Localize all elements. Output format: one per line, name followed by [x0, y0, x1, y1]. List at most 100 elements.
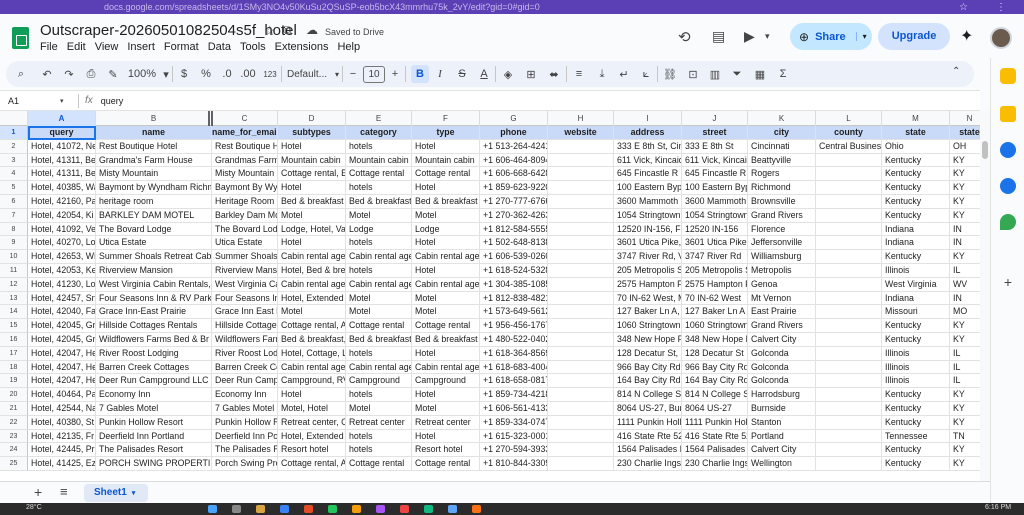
table-cell[interactable]: [816, 181, 882, 195]
table-cell[interactable]: 3747 River Rd, V: [614, 250, 682, 264]
table-cell[interactable]: Golconda: [748, 346, 816, 361]
table-cell[interactable]: 333 E 8th St, Cin: [614, 139, 682, 154]
table-cell[interactable]: hotels: [346, 346, 412, 361]
browser-menu-icon[interactable]: ⋮: [996, 2, 1006, 13]
table-cell[interactable]: Motel: [346, 402, 412, 416]
table-cell[interactable]: Hotel, 42053, Ke: [28, 264, 96, 278]
table-cell[interactable]: Hotel, 41072, Ne: [28, 139, 96, 154]
table-cell[interactable]: [548, 333, 614, 347]
table-cell[interactable]: Wildflowers Farms Bed & Br: [96, 333, 212, 347]
maps-icon[interactable]: [1000, 214, 1016, 230]
table-cell[interactable]: Hotel, 40385, Wa: [28, 181, 96, 195]
keep-icon[interactable]: [1000, 106, 1016, 122]
table-cell[interactable]: 70 IN-62 West, M: [614, 291, 682, 306]
table-cell[interactable]: The Palisades R: [212, 443, 278, 458]
column-header[interactable]: I: [614, 111, 682, 126]
taskbar-app-icon[interactable]: [256, 505, 265, 513]
gemini-sparkle-icon[interactable]: ✦: [960, 26, 973, 46]
table-cell[interactable]: Kentucky: [882, 250, 950, 264]
text-rotation-icon[interactable]: ⟀: [635, 68, 657, 81]
table-cell[interactable]: West Virginia Ca: [212, 277, 278, 292]
table-cell[interactable]: Cabin rental age: [278, 360, 346, 375]
table-cell[interactable]: Rest Boutique Hotel: [96, 139, 212, 154]
row-header[interactable]: 19: [0, 374, 28, 389]
table-cell[interactable]: Punkin Hollow Resort: [96, 415, 212, 430]
table-cell[interactable]: Hotel, 41230, Lo: [28, 277, 96, 292]
table-cell[interactable]: 814 N College S: [682, 388, 748, 402]
table-cell[interactable]: Motel: [278, 208, 346, 223]
table-cell[interactable]: 7 Gables Motel: [96, 402, 212, 416]
table-cell[interactable]: [816, 264, 882, 278]
table-cell[interactable]: [548, 402, 614, 416]
table-cell[interactable]: KY: [950, 181, 980, 195]
table-cell[interactable]: Retreat center, C: [278, 415, 346, 430]
table-cell[interactable]: Lodge: [346, 222, 412, 237]
table-cell[interactable]: Calvert City: [748, 443, 816, 458]
table-cell[interactable]: Central Business: [816, 139, 882, 154]
header-cell[interactable]: address: [614, 126, 682, 140]
version-history-icon[interactable]: ⟲: [678, 28, 691, 46]
strikethrough-button[interactable]: S: [451, 68, 473, 80]
table-cell[interactable]: +1 810-844-3309: [480, 457, 548, 471]
row-header[interactable]: 13: [0, 291, 28, 306]
table-cell[interactable]: hotels: [346, 264, 412, 278]
table-cell[interactable]: heritage room: [96, 195, 212, 209]
table-cell[interactable]: Motel: [346, 291, 412, 306]
bookmark-star-icon[interactable]: ☆: [959, 2, 968, 13]
column-header[interactable]: H: [548, 111, 614, 126]
column-header[interactable]: G: [480, 111, 548, 126]
table-cell[interactable]: Cabin rental age: [278, 250, 346, 264]
share-button[interactable]: ⊕ Share ▾: [790, 23, 872, 50]
table-cell[interactable]: [548, 291, 614, 306]
table-cell[interactable]: OH: [950, 139, 980, 154]
table-cell[interactable]: 12520 IN-156: [682, 222, 748, 237]
table-cell[interactable]: Cottage rental, A: [278, 457, 346, 471]
table-cell[interactable]: Motel: [346, 208, 412, 223]
table-cell[interactable]: 966 Bay City Rd: [614, 360, 682, 375]
table-cell[interactable]: Kentucky: [882, 153, 950, 168]
table-cell[interactable]: PORCH SWING PROPERTI: [96, 457, 212, 471]
row-header[interactable]: 1: [0, 126, 28, 140]
header-cell[interactable]: name_for_emails: [212, 126, 278, 140]
table-cell[interactable]: KY: [950, 167, 980, 182]
table-cell[interactable]: +1 859-623-9220: [480, 181, 548, 195]
table-cell[interactable]: Hotel: [412, 388, 480, 402]
table-cell[interactable]: Hotel, 42160, Pa: [28, 195, 96, 209]
table-cell[interactable]: 2575 Hampton F: [614, 277, 682, 292]
font-family-select[interactable]: Default...: [282, 69, 332, 80]
decrease-decimal-button[interactable]: .0: [217, 68, 237, 80]
table-cell[interactable]: 3747 River Rd: [682, 250, 748, 264]
insert-link-icon[interactable]: ⛓: [658, 68, 682, 81]
fill-color-icon[interactable]: ◈: [496, 68, 520, 81]
table-cell[interactable]: +1 812-838-4821: [480, 291, 548, 306]
table-cell[interactable]: +1 615-323-0001: [480, 429, 548, 444]
column-header[interactable]: F: [412, 111, 480, 126]
table-cell[interactable]: Calvert City: [748, 333, 816, 347]
taskbar-app-icon[interactable]: [472, 505, 481, 513]
table-cell[interactable]: Motel: [412, 402, 480, 416]
zoom-chevron-icon[interactable]: ▾: [160, 68, 172, 81]
table-cell[interactable]: 128 Decatur St: [682, 346, 748, 361]
table-cell[interactable]: Heritage Room: [212, 195, 278, 209]
table-cell[interactable]: Mountain cabin: [412, 153, 480, 168]
table-cell[interactable]: Four Seasons In: [212, 291, 278, 306]
table-cell[interactable]: Motel: [346, 305, 412, 320]
row-header[interactable]: 3: [0, 153, 28, 168]
table-cell[interactable]: MO: [950, 305, 980, 320]
sheet-tab-chevron-icon[interactable]: ▾: [132, 490, 136, 497]
table-cell[interactable]: 348 New Hope F: [682, 333, 748, 347]
table-cell[interactable]: +1 859-734-4218: [480, 388, 548, 402]
table-cell[interactable]: [548, 208, 614, 223]
menu-help[interactable]: Help: [337, 41, 360, 53]
table-cell[interactable]: Hotel, 41311, Be: [28, 167, 96, 182]
table-cell[interactable]: +1 304-385-1085: [480, 277, 548, 292]
table-cell[interactable]: Bed & breakfast: [412, 333, 480, 347]
table-cell[interactable]: Hillside Cottage: [212, 319, 278, 333]
table-cell[interactable]: Hotel, 41311, Be: [28, 153, 96, 168]
table-cell[interactable]: River Roost Lod: [212, 346, 278, 361]
table-cell[interactable]: West Virginia: [882, 277, 950, 292]
menu-format[interactable]: Format: [164, 41, 199, 53]
table-cell[interactable]: Illinois: [882, 374, 950, 389]
table-cell[interactable]: [816, 402, 882, 416]
table-cell[interactable]: Porch Swing Pro: [212, 457, 278, 471]
